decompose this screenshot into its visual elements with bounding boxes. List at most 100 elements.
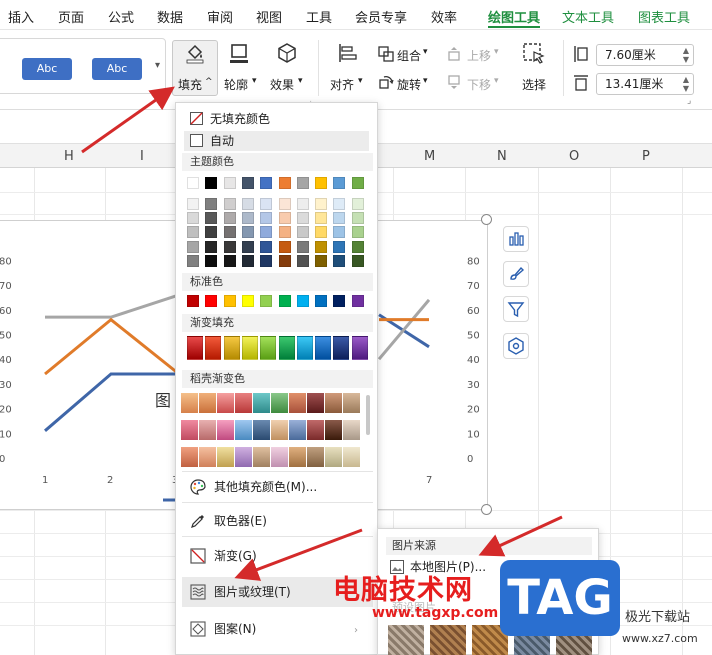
preset-texture-swatch[interactable]	[388, 625, 424, 655]
standard-color-swatch[interactable]	[223, 295, 236, 307]
theme-shade-swatch[interactable]	[223, 212, 236, 225]
theme-shade-swatch[interactable]	[205, 198, 218, 210]
theme-shade-swatch[interactable]	[333, 226, 346, 239]
husk-gradient-swatch[interactable]	[181, 420, 198, 440]
theme-shade-swatch[interactable]	[315, 240, 328, 253]
husk-gradient-swatch[interactable]	[253, 447, 270, 467]
husk-gradient-swatch[interactable]	[271, 447, 288, 467]
theme-shade-swatch[interactable]	[315, 226, 328, 239]
theme-color-swatch[interactable]	[333, 177, 346, 189]
husk-gradient-swatch[interactable]	[181, 447, 198, 467]
rotate-button[interactable]: 旋转	[397, 76, 421, 93]
auto-fill-item[interactable]: 自动	[184, 131, 369, 151]
theme-shade-swatch[interactable]	[260, 198, 273, 210]
theme-color-swatch[interactable]	[187, 177, 199, 189]
theme-shade-swatch[interactable]	[296, 226, 309, 239]
menu-insert[interactable]: 插入	[8, 7, 34, 26]
theme-shade-swatch[interactable]	[223, 226, 236, 239]
select-button[interactable]: 选择	[522, 76, 546, 93]
theme-shade-swatch[interactable]	[260, 254, 273, 267]
standard-color-swatch[interactable]	[278, 295, 291, 307]
husk-gradient-swatch[interactable]	[199, 447, 216, 467]
standard-color-swatch[interactable]	[241, 295, 254, 307]
menu-view[interactable]: 视图	[256, 7, 282, 26]
shape-style-1[interactable]: Abc	[22, 58, 72, 80]
theme-color-swatch[interactable]	[205, 177, 218, 189]
column-header-p[interactable]: P	[642, 149, 650, 164]
husk-gradient-swatch[interactable]	[343, 420, 360, 440]
theme-shade-swatch[interactable]	[241, 226, 254, 239]
gradient-swatch[interactable]	[187, 336, 203, 360]
husk-gradient-swatch[interactable]	[181, 393, 198, 413]
husk-gradient-swatch[interactable]	[307, 447, 324, 467]
husk-gradient-swatch[interactable]	[235, 447, 252, 467]
theme-shade-swatch[interactable]	[205, 240, 218, 253]
chart-elements-button[interactable]	[503, 226, 529, 252]
spinner-icon-2[interactable]: ▲ ▼	[683, 75, 689, 93]
theme-shade-swatch[interactable]	[296, 198, 309, 210]
shape-height-input[interactable]: 13.41厘米 ▲ ▼	[596, 73, 694, 95]
theme-shade-swatch[interactable]	[241, 212, 254, 225]
effect-button[interactable]: 效果	[270, 76, 294, 93]
menu-data[interactable]: 数据	[157, 7, 183, 26]
theme-shade-swatch[interactable]	[333, 212, 346, 225]
theme-color-swatch[interactable]	[296, 177, 309, 189]
menu-page[interactable]: 页面	[58, 7, 84, 26]
gradient-swatch[interactable]	[223, 336, 240, 360]
resize-handle-top-right[interactable]	[481, 214, 492, 225]
theme-color-swatch[interactable]	[260, 177, 273, 189]
standard-color-swatch[interactable]	[205, 295, 218, 307]
husk-gradient-swatch[interactable]	[343, 447, 360, 467]
tab-drawing-tools[interactable]: 绘图工具	[488, 7, 540, 26]
husk-gradient-swatch[interactable]	[271, 420, 288, 440]
theme-shade-swatch[interactable]	[223, 254, 236, 267]
theme-shade-swatch[interactable]	[315, 198, 328, 210]
outline-button[interactable]: 轮廓	[224, 76, 248, 93]
theme-shade-swatch[interactable]	[187, 212, 199, 225]
theme-shade-swatch[interactable]	[241, 254, 254, 267]
theme-shade-swatch[interactable]	[333, 254, 346, 267]
more-fill-colors-item[interactable]: 其他填充颜色(M)...	[182, 472, 373, 502]
gradient-swatch[interactable]	[278, 336, 295, 360]
theme-shade-swatch[interactable]	[333, 198, 346, 210]
theme-shade-swatch[interactable]	[333, 240, 346, 253]
theme-shade-swatch[interactable]	[296, 254, 309, 267]
husk-gradient-swatch[interactable]	[253, 393, 270, 413]
theme-shade-swatch[interactable]	[278, 212, 291, 225]
theme-shade-swatch[interactable]	[296, 212, 309, 225]
husk-gradient-swatch[interactable]	[307, 393, 324, 413]
husk-gradient-swatch[interactable]	[253, 420, 270, 440]
preset-texture-swatch[interactable]	[430, 625, 466, 655]
standard-color-swatch[interactable]	[315, 295, 328, 307]
send-backward-button[interactable]: 下移	[467, 76, 491, 93]
group-button[interactable]: 组合	[397, 47, 421, 64]
husk-gradient-swatch[interactable]	[307, 420, 324, 440]
theme-shade-swatch[interactable]	[278, 254, 291, 267]
column-header-i[interactable]: I	[140, 149, 144, 164]
chart-title[interactable]: 图	[155, 387, 171, 411]
husk-gradient-swatch[interactable]	[199, 420, 216, 440]
theme-color-swatch[interactable]	[278, 177, 291, 189]
theme-shade-swatch[interactable]	[187, 254, 199, 267]
theme-shade-swatch[interactable]	[315, 212, 328, 225]
column-header-n[interactable]: N	[497, 149, 507, 164]
no-fill-item[interactable]: 无填充颜色	[184, 109, 369, 129]
standard-color-swatch[interactable]	[351, 295, 364, 307]
standard-color-swatch[interactable]	[333, 295, 346, 307]
theme-color-swatch[interactable]	[241, 177, 254, 189]
gradient-swatch[interactable]	[351, 336, 368, 360]
gradient-swatch[interactable]	[241, 336, 258, 360]
palette-scrollbar[interactable]	[366, 395, 370, 435]
husk-gradient-swatch[interactable]	[217, 393, 234, 413]
theme-shade-swatch[interactable]	[241, 240, 254, 253]
husk-gradient-swatch[interactable]	[199, 393, 216, 413]
theme-shade-swatch[interactable]	[205, 226, 218, 239]
theme-shade-swatch[interactable]	[260, 226, 273, 239]
husk-gradient-swatch[interactable]	[271, 393, 288, 413]
menu-member[interactable]: 会员专享	[355, 7, 407, 26]
gradient-swatch[interactable]	[315, 336, 332, 360]
column-header-o[interactable]: O	[569, 149, 579, 164]
gallery-more-icon[interactable]: ▾	[155, 60, 160, 71]
theme-color-swatch[interactable]	[315, 177, 328, 189]
menu-efficiency[interactable]: 效率	[431, 7, 457, 26]
